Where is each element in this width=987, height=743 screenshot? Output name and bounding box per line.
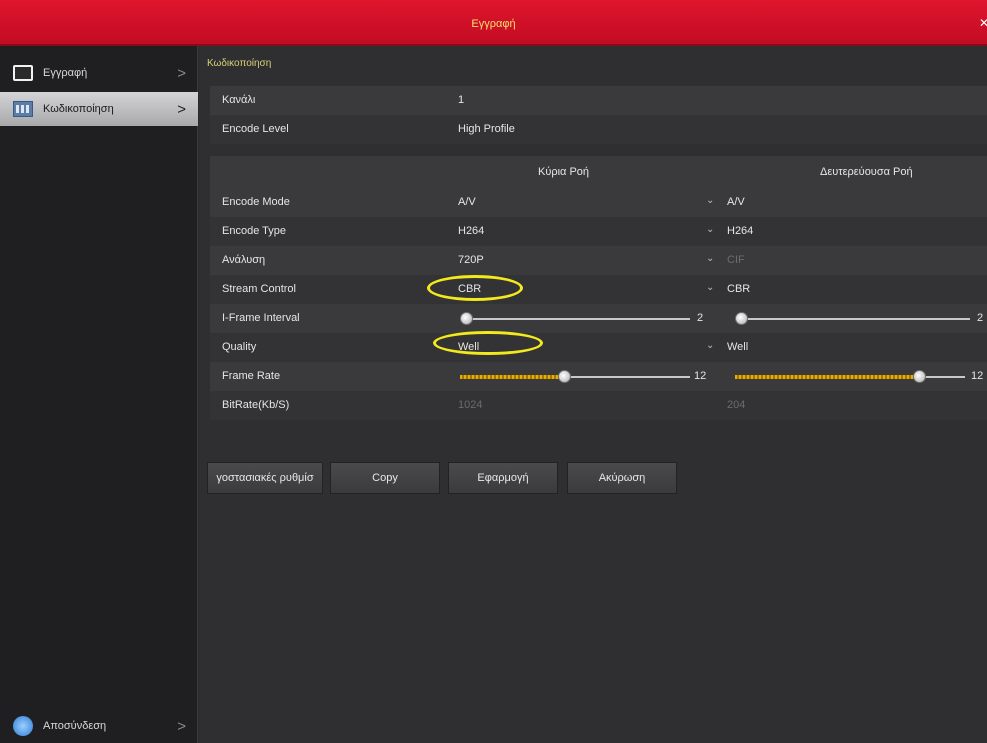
- main-stream-header: Κύρια Ροή: [538, 166, 590, 178]
- stream-control-sub-select[interactable]: CBR: [727, 283, 750, 295]
- field-label: Κανάλι: [222, 94, 256, 106]
- sidebar: Εγγραφή > Κωδικοποίηση > Αποσύνδεση >: [0, 46, 198, 743]
- highlight-ellipse: [427, 275, 523, 301]
- title-bar: Εγγραφή ✕: [0, 0, 987, 46]
- chevron-down-icon[interactable]: ⌄: [706, 282, 714, 293]
- frame-rate-sub-slider[interactable]: [735, 370, 965, 384]
- sidebar-item-label: Κωδικοποίηση: [43, 103, 114, 115]
- sidebar-item-record[interactable]: Εγγραφή >: [0, 56, 198, 90]
- cancel-button[interactable]: Ακύρωση: [567, 462, 677, 494]
- chevron-right-icon: >: [177, 100, 186, 118]
- channel-value[interactable]: 1: [458, 94, 464, 106]
- quality-sub-select[interactable]: Well: [727, 341, 748, 353]
- slider-track: [735, 318, 970, 320]
- sub-stream-header: Δευτερεύουσα Ροή: [820, 166, 913, 178]
- quality-row: Quality Well ⌄ Well: [210, 333, 987, 362]
- logout-icon: [13, 716, 33, 736]
- slider-handle[interactable]: [735, 312, 748, 325]
- frame-rate-main-value: 12: [694, 370, 707, 382]
- chevron-down-icon[interactable]: ⌄: [706, 340, 714, 351]
- section-title: Κωδικοποίηση: [207, 58, 272, 69]
- bitrate-sub-value: 204: [727, 399, 746, 411]
- chevron-down-icon[interactable]: ⌄: [706, 195, 714, 206]
- encode-level-value[interactable]: High Profile: [458, 123, 515, 135]
- chevron-down-icon[interactable]: ⌄: [706, 224, 714, 235]
- field-label: Ανάλυση: [222, 254, 266, 266]
- grid-icon: [13, 101, 33, 117]
- field-label: Quality: [222, 341, 257, 353]
- field-label: Encode Mode: [222, 196, 290, 208]
- apply-button[interactable]: Εφαρμογή: [448, 462, 558, 494]
- iframe-interval-sub-value: 2: [977, 312, 984, 324]
- copy-button[interactable]: Copy: [330, 462, 440, 494]
- slider-handle[interactable]: [913, 370, 926, 383]
- monitor-icon: [13, 65, 33, 81]
- encode-type-sub-select[interactable]: H264: [727, 225, 753, 237]
- iframe-interval-sub-slider[interactable]: [735, 312, 970, 326]
- encode-mode-row: Encode Mode A/V ⌄ A/V: [210, 188, 987, 217]
- frame-rate-main-slider[interactable]: [460, 370, 690, 384]
- frame-rate-row: Frame Rate 12 12: [210, 362, 987, 391]
- bitrate-main-value: 1024: [458, 399, 483, 411]
- slider-fill: [735, 375, 919, 379]
- field-label: Encode Level: [222, 123, 289, 135]
- main-panel: Κωδικοποίηση Κανάλι 1 Encode Level High …: [199, 46, 987, 743]
- sidebar-item-logout[interactable]: Αποσύνδεση >: [0, 709, 198, 743]
- field-label: I-Frame Interval: [222, 312, 300, 324]
- sidebar-item-label: Αποσύνδεση: [43, 720, 107, 732]
- highlight-ellipse: [433, 331, 543, 355]
- encode-mode-sub-select[interactable]: A/V: [727, 196, 745, 208]
- encode-type-main-select[interactable]: H264: [458, 225, 484, 237]
- field-label: Encode Type: [222, 225, 287, 237]
- resolution-main-select[interactable]: 720P: [458, 254, 484, 266]
- encode-type-row: Encode Type H264 ⌄ H264: [210, 217, 987, 246]
- iframe-interval-row: I-Frame Interval 2 2: [210, 304, 987, 333]
- iframe-interval-main-slider[interactable]: [460, 312, 690, 326]
- field-label: BitRate(Kb/S): [222, 399, 290, 411]
- stream-control-row: Stream Control CBR ⌄ CBR: [210, 275, 987, 304]
- chevron-right-icon: >: [177, 64, 186, 82]
- sidebar-item-encoding[interactable]: Κωδικοποίηση >: [0, 92, 198, 126]
- chevron-down-icon[interactable]: ⌄: [706, 253, 714, 264]
- frame-rate-sub-value: 12: [971, 370, 984, 382]
- bitrate-row: BitRate(Kb/S) 1024 204: [210, 391, 987, 420]
- close-icon[interactable]: ✕: [979, 17, 987, 29]
- stream-column-header: Κύρια Ροή Δευτερεύουσα Ροή: [210, 156, 987, 188]
- chevron-right-icon: >: [177, 717, 186, 735]
- field-label: Frame Rate: [222, 370, 281, 382]
- field-label: Stream Control: [222, 283, 296, 295]
- defaults-button[interactable]: γοστασιακές ρυθμίσ: [207, 462, 323, 494]
- resolution-sub-select: CIF: [727, 254, 745, 266]
- slider-track: [460, 318, 690, 320]
- iframe-interval-main-value: 2: [697, 312, 704, 324]
- resolution-row: Ανάλυση 720P ⌄ CIF: [210, 246, 987, 275]
- slider-handle[interactable]: [558, 370, 571, 383]
- encode-mode-main-select[interactable]: A/V: [458, 196, 476, 208]
- slider-fill: [460, 375, 564, 379]
- sidebar-item-label: Εγγραφή: [43, 67, 88, 79]
- encode-level-row: Encode Level High Profile: [210, 115, 987, 144]
- channel-row: Κανάλι 1: [210, 86, 987, 115]
- window-title: Εγγραφή: [471, 18, 516, 30]
- slider-handle[interactable]: [460, 312, 473, 325]
